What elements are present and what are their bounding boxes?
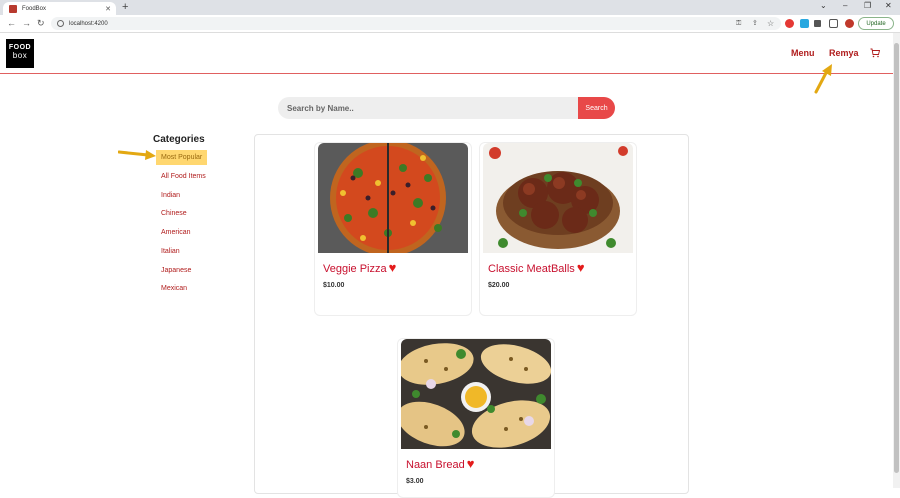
new-tab-icon[interactable]: +	[122, 2, 128, 13]
category-italian[interactable]: Italian	[161, 248, 180, 255]
close-window-icon[interactable]: ✕	[885, 1, 892, 10]
site-info-icon[interactable]	[57, 20, 64, 27]
product-card-veggie-pizza[interactable]: Veggie Pizza ♥ $10.00	[314, 142, 472, 316]
product-price: $10.00	[323, 282, 345, 289]
product-price: $3.00	[406, 478, 424, 485]
scrollbar-thumb[interactable]	[894, 43, 899, 473]
bookmark-star-icon[interactable]: ☆	[767, 19, 776, 28]
back-icon[interactable]: ←	[7, 18, 16, 28]
product-name[interactable]: Naan Bread ♥	[406, 456, 474, 471]
user-link[interactable]: Remya	[829, 48, 859, 58]
side-panel-icon[interactable]	[829, 19, 838, 28]
category-indian[interactable]: Indian	[161, 192, 180, 199]
browser-tab[interactable]: FoodBox ✕	[3, 2, 116, 15]
favicon-icon	[9, 4, 17, 13]
heart-icon[interactable]: ♥	[467, 456, 475, 471]
naan-bread-image[interactable]	[401, 339, 551, 449]
product-name[interactable]: Veggie Pizza ♥	[323, 260, 396, 275]
category-mexican[interactable]: Mexican	[161, 285, 187, 292]
cart-icon[interactable]	[870, 48, 880, 58]
profile-avatar-icon[interactable]	[845, 19, 854, 28]
category-american[interactable]: American	[161, 229, 191, 236]
tab-title: FoodBox	[22, 5, 47, 12]
category-most-popular[interactable]: Most Popular	[156, 150, 208, 165]
heart-icon[interactable]: ♥	[389, 260, 397, 275]
key-icon[interactable]: ⚿	[736, 20, 745, 29]
category-chinese[interactable]: Chinese	[161, 210, 187, 217]
logo-text-bottom: box	[12, 51, 28, 60]
extension-blue-icon[interactable]	[800, 19, 809, 28]
product-price: $20.00	[488, 282, 510, 289]
tab-search-icon[interactable]: ⌄	[820, 1, 827, 10]
classic-meatballs-image[interactable]	[483, 143, 633, 253]
close-tab-icon[interactable]: ✕	[105, 5, 111, 13]
app-header: FOOD box Menu Remya	[0, 33, 893, 74]
url-text: localhost:4200	[69, 20, 108, 27]
category-japanese[interactable]: Japanese	[161, 267, 191, 274]
product-name[interactable]: Classic MeatBalls ♥	[488, 260, 585, 275]
page-scrollbar[interactable]	[893, 33, 900, 488]
product-card-classic-meatballs[interactable]: Classic MeatBalls ♥ $20.00	[479, 142, 637, 316]
categories-title: Categories	[153, 134, 205, 145]
browser-tab-bar: FoodBox ✕ + ⌄ – ❐ ✕	[0, 0, 900, 15]
browser-toolbar: ← → ↻ localhost:4200 ⚿ ⇪ ☆ Update	[0, 15, 900, 33]
heart-icon[interactable]: ♥	[577, 260, 585, 275]
search-button[interactable]: Search	[578, 97, 615, 119]
search-input[interactable]	[278, 97, 578, 119]
address-bar[interactable]: localhost:4200	[51, 17, 781, 30]
reload-icon[interactable]: ↻	[37, 18, 45, 29]
foodbox-logo[interactable]: FOOD box	[6, 39, 34, 68]
annotation-arrow-icon	[118, 150, 156, 160]
veggie-pizza-image[interactable]	[318, 143, 468, 253]
extension-red-icon[interactable]	[785, 19, 794, 28]
extensions-puzzle-icon[interactable]	[814, 20, 821, 27]
minimize-icon[interactable]: –	[843, 1, 847, 10]
restore-icon[interactable]: ❐	[864, 1, 871, 10]
forward-icon[interactable]: →	[22, 18, 31, 28]
share-icon[interactable]: ⇪	[752, 19, 761, 28]
update-button[interactable]: Update	[858, 17, 894, 30]
product-card-naan-bread[interactable]: Naan Bread ♥ $3.00	[397, 338, 555, 498]
category-all-food-items[interactable]: All Food Items	[161, 173, 206, 180]
annotation-arrow-icon	[814, 64, 832, 94]
menu-link[interactable]: Menu	[791, 48, 815, 58]
